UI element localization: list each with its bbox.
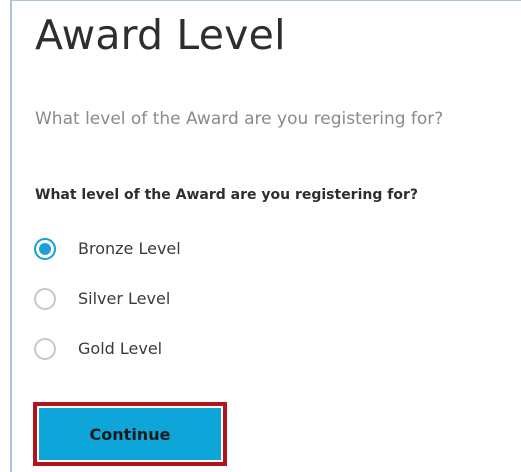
page-intro-text: What level of the Award are you register… <box>35 109 444 129</box>
radio-label-silver: Silver Level <box>78 289 171 308</box>
radio-option-silver[interactable]: Silver Level <box>34 286 181 311</box>
radio-option-bronze[interactable]: Bronze Level <box>34 236 181 261</box>
radio-button-unselected-icon[interactable] <box>34 287 56 310</box>
radio-label-bronze: Bronze Level <box>78 239 181 258</box>
radio-button-unselected-icon[interactable] <box>34 337 56 360</box>
radio-label-gold: Gold Level <box>78 339 163 358</box>
award-level-question-label: What level of the Award are you register… <box>35 187 418 203</box>
continue-button[interactable]: Continue <box>39 408 221 460</box>
radio-button-selected-icon[interactable] <box>34 237 56 260</box>
page-title: Award Level <box>35 11 286 59</box>
content-panel: Award Level What level of the Award are … <box>10 0 521 472</box>
radio-option-gold[interactable]: Gold Level <box>34 336 181 361</box>
award-level-radio-group: Bronze Level Silver Level Gold Level <box>34 236 181 386</box>
